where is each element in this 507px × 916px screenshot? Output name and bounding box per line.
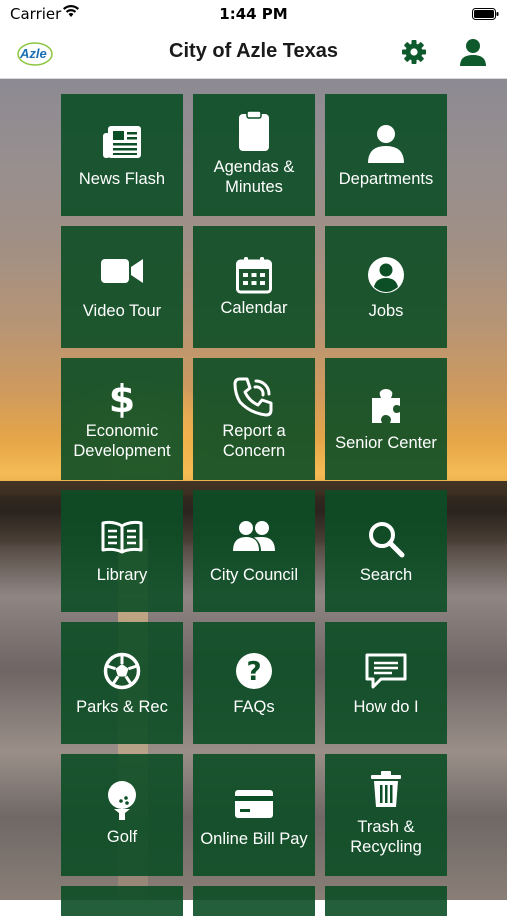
tile-video-tour[interactable]: Video Tour xyxy=(61,226,183,348)
soccer-ball-icon xyxy=(61,652,183,695)
tile-report-a-concern[interactable]: Report a Concern xyxy=(193,358,315,480)
tile-how-do-i[interactable]: How do I xyxy=(325,622,447,744)
credit-card-icon xyxy=(193,789,315,824)
search-icon xyxy=(325,520,447,563)
tile-label: News Flash xyxy=(78,170,166,188)
tile-label: Agendas & Minutes xyxy=(213,158,295,196)
clock: 1:44 PM xyxy=(219,5,288,23)
tile-label: FAQs xyxy=(233,698,275,716)
tile-label: Online Bill Pay xyxy=(200,830,308,848)
tile-faqs[interactable]: ? FAQs xyxy=(193,622,315,744)
video-camera-icon xyxy=(61,256,183,291)
newspaper-icon xyxy=(61,124,183,165)
tile-news-flash[interactable]: News Flash xyxy=(61,94,183,216)
tile-label: Economic Development xyxy=(73,422,171,460)
tile-partial[interactable] xyxy=(61,886,183,916)
person-icon xyxy=(325,124,447,169)
tile-label: Senior Center xyxy=(335,434,437,452)
tile-label: Search xyxy=(359,566,413,584)
tile-label: Report a Concern xyxy=(222,422,286,460)
tile-search[interactable]: Search xyxy=(325,490,447,612)
tile-label: Golf xyxy=(106,828,138,846)
status-bar: Carrier 1:44 PM xyxy=(0,0,507,28)
clipboard-icon xyxy=(193,110,315,157)
tile-online-bill-pay[interactable]: Online Bill Pay xyxy=(193,754,315,876)
tile-senior-center[interactable]: Senior Center xyxy=(325,358,447,480)
tile-partial[interactable] xyxy=(325,886,447,916)
tile-jobs[interactable]: Jobs xyxy=(325,226,447,348)
tile-label: City Council xyxy=(209,566,299,584)
tile-label: Jobs xyxy=(368,302,404,320)
book-open-icon xyxy=(61,520,183,559)
calendar-icon xyxy=(193,256,315,299)
dollar-icon: $ xyxy=(61,378,183,423)
tile-departments[interactable]: Departments xyxy=(325,94,447,216)
svg-text:?: ? xyxy=(246,657,261,687)
tile-label: Trash & Recycling xyxy=(350,818,422,856)
gear-icon[interactable] xyxy=(400,38,428,66)
user-circle-icon xyxy=(325,256,447,299)
tile-economic-development[interactable]: $ Economic Development xyxy=(61,358,183,480)
tile-library[interactable]: Library xyxy=(61,490,183,612)
tile-agendas-minutes[interactable]: Agendas & Minutes xyxy=(193,94,315,216)
tile-label: Library xyxy=(96,566,148,584)
question-circle-icon: ? xyxy=(193,652,315,695)
tile-trash-recycling[interactable]: Trash & Recycling xyxy=(325,754,447,876)
tile-partial[interactable] xyxy=(193,886,315,916)
comment-icon xyxy=(325,652,447,695)
account-icon[interactable] xyxy=(459,37,487,67)
tile-golf[interactable]: Golf xyxy=(61,754,183,876)
trash-icon xyxy=(325,770,447,813)
page-title: City of Azle Texas xyxy=(169,40,338,62)
tile-label: How do I xyxy=(353,698,419,716)
golf-ball-icon xyxy=(61,780,183,827)
tile-label: Departments xyxy=(338,170,434,188)
tile-city-council[interactable]: City Council xyxy=(193,490,315,612)
users-icon xyxy=(193,520,315,557)
phone-ringing-icon xyxy=(193,376,315,423)
tile-label: Parks & Rec xyxy=(76,698,168,716)
svg-text:$: $ xyxy=(109,378,135,418)
tile-parks-rec[interactable]: Parks & Rec xyxy=(61,622,183,744)
tile-calendar[interactable]: Calendar xyxy=(193,226,315,348)
puzzle-piece-icon xyxy=(325,388,447,429)
battery-icon xyxy=(472,6,499,20)
nav-bar: Azle City of Azle Texas xyxy=(0,28,507,79)
tile-label: Calendar xyxy=(220,299,288,317)
tile-label: Video Tour xyxy=(82,302,162,320)
